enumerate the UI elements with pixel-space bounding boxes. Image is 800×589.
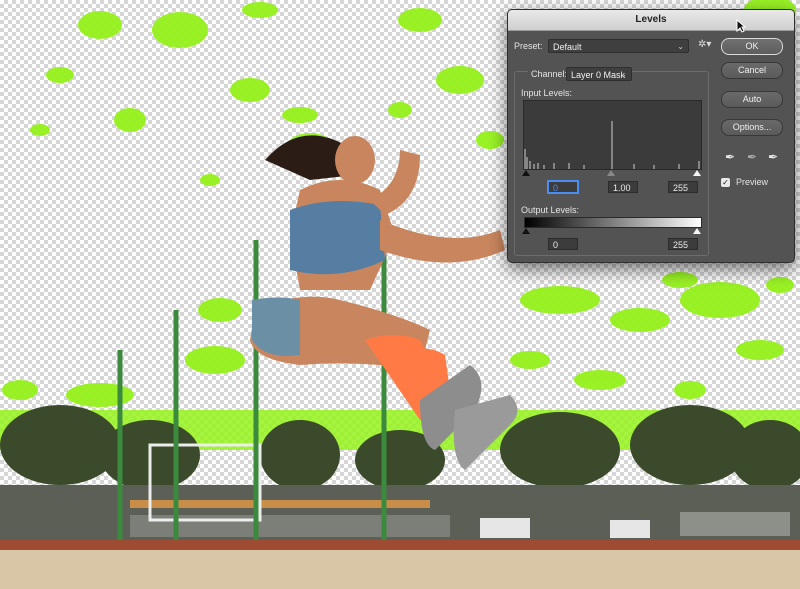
preset-value: Default xyxy=(553,42,582,52)
input-black-slider[interactable] xyxy=(522,170,530,176)
input-gamma-slider[interactable] xyxy=(607,170,615,176)
checkmark-icon: ✓ xyxy=(722,178,729,187)
input-gamma-field[interactable]: 1.00 xyxy=(608,181,638,193)
channel-value: Layer 0 Mask xyxy=(571,70,626,80)
gear-icon[interactable]: ✲▾ xyxy=(698,39,711,50)
output-gradient xyxy=(524,217,702,228)
histogram-graph xyxy=(524,121,700,169)
dialog-title[interactable]: Levels xyxy=(508,10,794,31)
white-point-eyedropper-icon[interactable]: ✒ xyxy=(768,150,778,164)
cancel-button[interactable]: Cancel xyxy=(721,62,783,79)
options-button[interactable]: Options... xyxy=(721,119,783,136)
black-point-eyedropper-icon[interactable]: ✒ xyxy=(725,150,735,164)
output-black-field[interactable]: 0 xyxy=(548,238,578,250)
input-white-field[interactable]: 255 xyxy=(668,181,698,193)
output-levels-label: Output Levels: xyxy=(521,205,580,215)
output-white-slider[interactable] xyxy=(693,228,701,234)
input-levels-label: Input Levels: xyxy=(521,88,573,98)
input-white-slider[interactable] xyxy=(693,170,701,176)
preset-label: Preset: xyxy=(514,41,543,51)
preset-select[interactable]: Default ⌄ xyxy=(548,39,689,53)
preview-checkbox[interactable]: ✓ xyxy=(721,178,730,187)
output-white-field[interactable]: 255 xyxy=(668,238,698,250)
histogram xyxy=(523,100,702,170)
ok-button[interactable]: OK xyxy=(721,38,783,55)
mouse-cursor-icon xyxy=(736,19,746,33)
input-black-field[interactable]: 0 xyxy=(548,181,578,193)
chevron-down-icon: ⌄ xyxy=(620,70,627,79)
channel-select[interactable]: Layer 0 Mask ⌄ xyxy=(566,67,632,81)
auto-button[interactable]: Auto xyxy=(721,91,783,108)
channel-label: Channel: xyxy=(528,69,571,79)
gray-point-eyedropper-icon[interactable]: ✒ xyxy=(747,150,757,164)
preview-label: Preview xyxy=(736,177,769,187)
levels-dialog: Levels Preset: Default ⌄ ✲▾ Channel: Lay… xyxy=(507,9,795,263)
output-black-slider[interactable] xyxy=(522,228,530,234)
chevron-down-icon: ⌄ xyxy=(677,42,684,51)
